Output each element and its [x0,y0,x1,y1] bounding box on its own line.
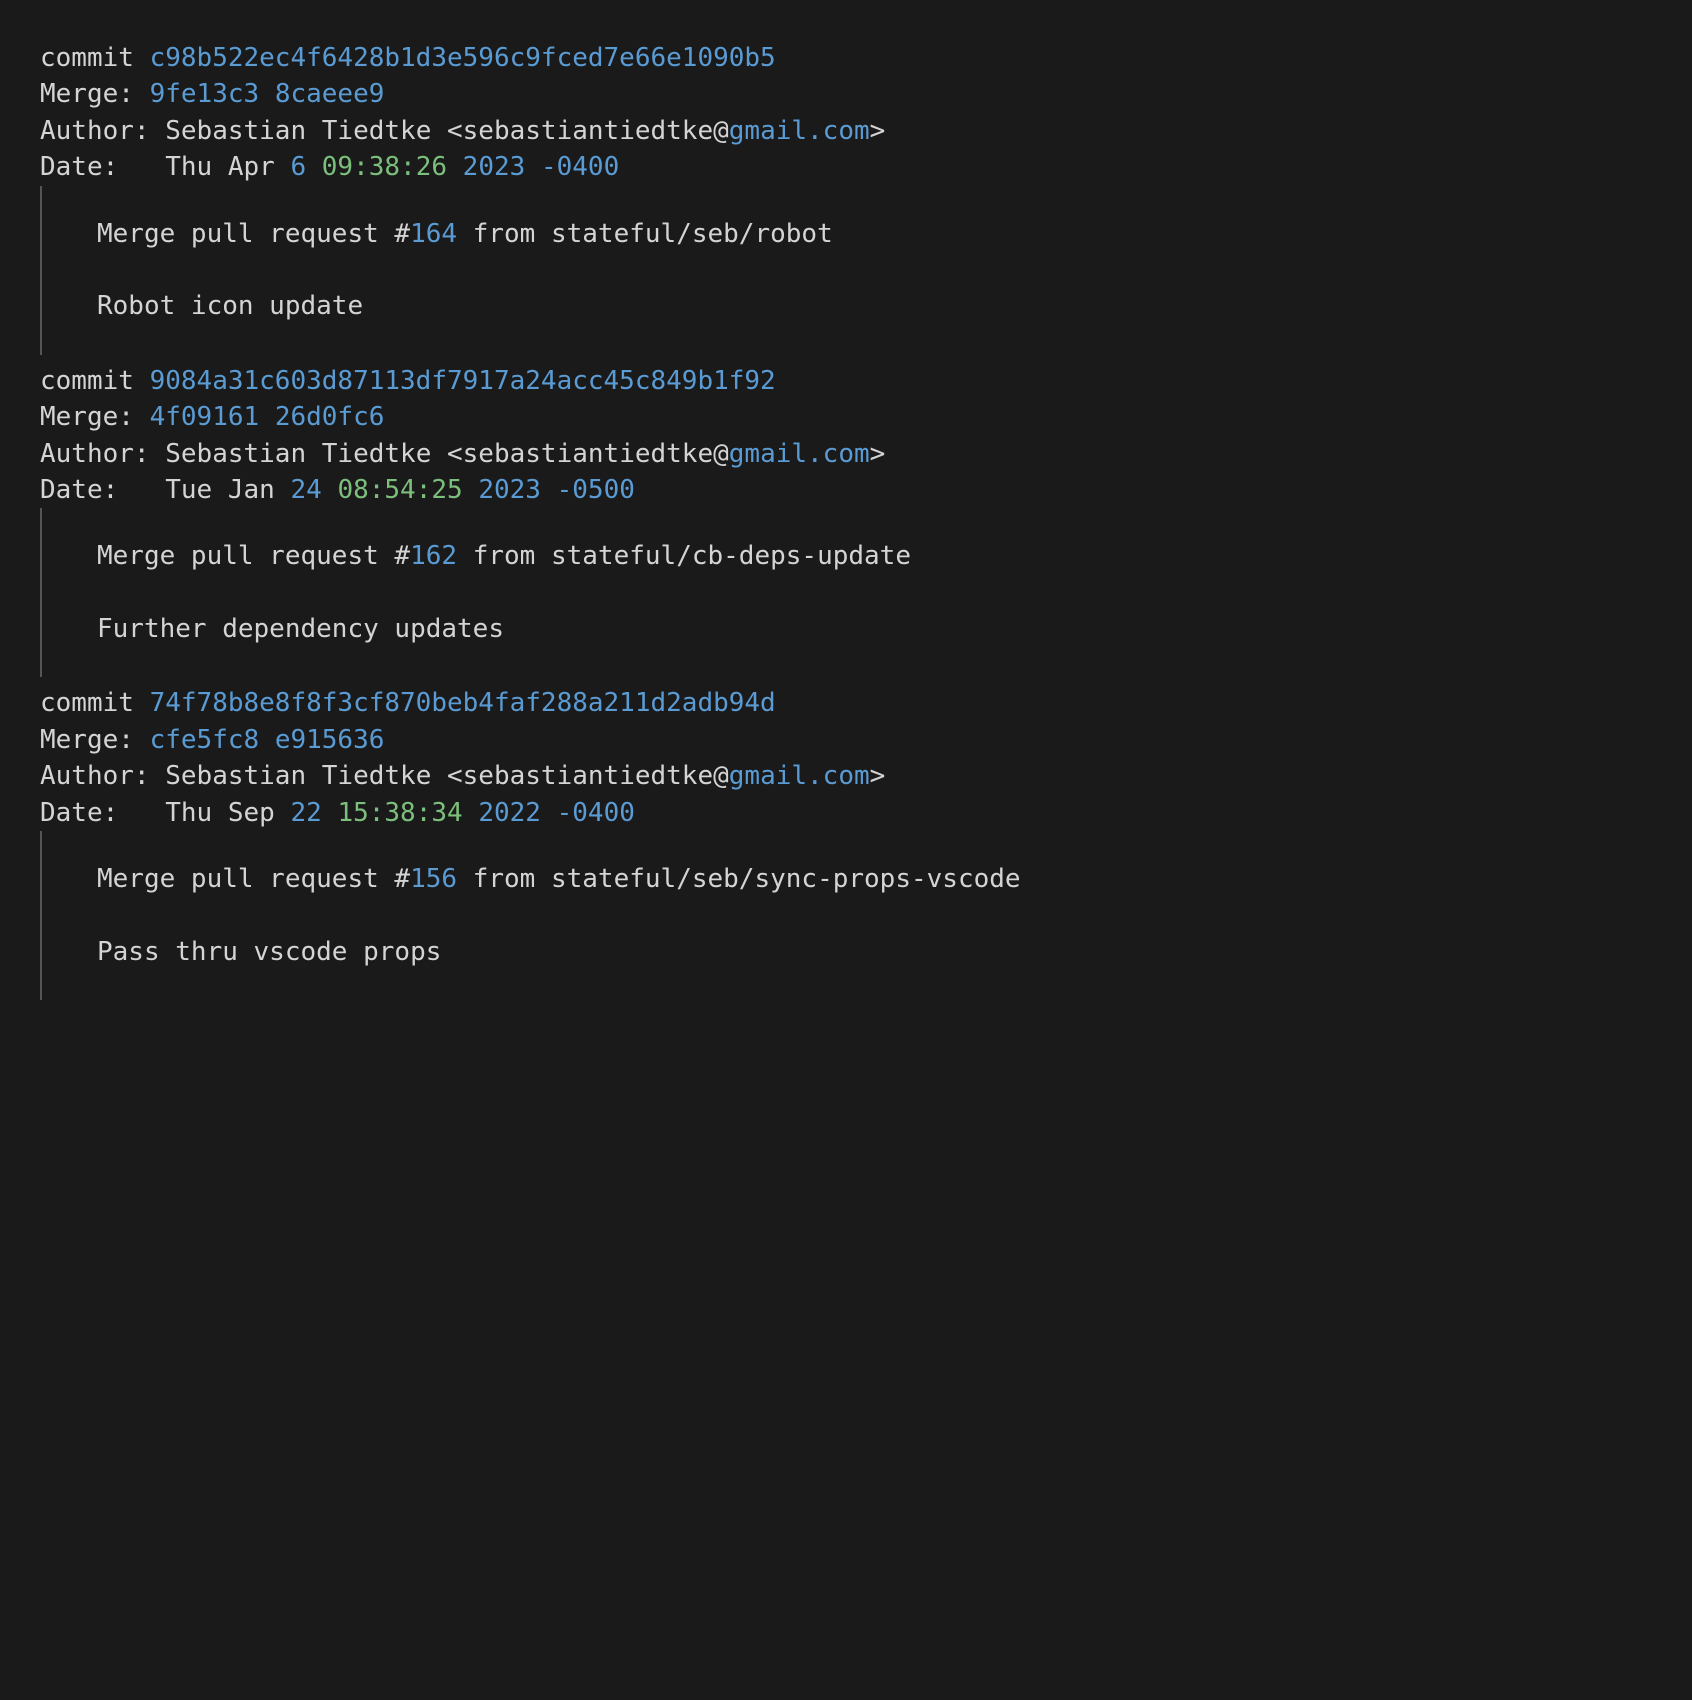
pr-branch: from stateful/seb/sync-props-vscode [457,864,1021,894]
author-email-local: sebastiantiedtke [463,761,713,791]
date-time: 15:38:34 [337,798,462,828]
pr-number[interactable]: 162 [410,541,457,571]
date-label: Date: [40,475,165,505]
date-label: Date: [40,152,165,182]
merge-label: Merge: [40,402,150,432]
date-year: 2023 [463,152,526,182]
pr-line: Merge pull request #156 from stateful/se… [97,861,1652,897]
commit-message: Pass thru vscode props [97,934,1652,970]
commit-hash[interactable]: 9084a31c603d87113df7917a24acc45c849b1f92 [150,366,776,396]
author-email-domain[interactable]: gmail.com [729,439,870,469]
merge-parent-b[interactable]: 8caeee9 [275,79,385,109]
author-email-local: sebastiantiedtke [463,116,713,146]
commit-block: commit 9084a31c603d87113df7917a24acc45c8… [40,363,1652,678]
commit-body: Merge pull request #164 from stateful/se… [40,186,1652,355]
date-dow-month: Tue Jan [165,475,275,505]
commit-label: commit [40,366,150,396]
merge-parent-b[interactable]: e915636 [275,725,385,755]
pr-line: Merge pull request #162 from stateful/cb… [97,538,1652,574]
date-line: Date: Thu Apr 6 09:38:26 2023 -0400 [40,149,1652,185]
date-day: 24 [290,475,321,505]
pr-prefix: Merge pull request # [97,219,410,249]
date-dow-month: Thu Sep [165,798,275,828]
commit-body: Merge pull request #156 from stateful/se… [40,831,1652,1000]
blank-line [97,575,1652,611]
author-label: Author: [40,116,165,146]
author-line: Author: Sebastian Tiedtke <sebastiantied… [40,436,1652,472]
author-line: Author: Sebastian Tiedtke <sebastiantied… [40,113,1652,149]
date-day: 6 [290,152,306,182]
date-time: 08:54:25 [337,475,462,505]
commit-message: Further dependency updates [97,611,1652,647]
commit-message-text: Further dependency updates [97,614,504,644]
author-line: Author: Sebastian Tiedtke <sebastiantied… [40,758,1652,794]
author-name: Sebastian Tiedtke [165,761,431,791]
author-name: Sebastian Tiedtke [165,439,431,469]
date-year: 2022 [478,798,541,828]
author-name: Sebastian Tiedtke [165,116,431,146]
date-label: Date: [40,798,165,828]
date-line: Date: Thu Sep 22 15:38:34 2022 -0400 [40,795,1652,831]
merge-parent-a[interactable]: 4f09161 [150,402,260,432]
date-tz: -0400 [557,798,635,828]
commit-message-text: Robot icon update [97,291,363,321]
date-dow-month: Thu Apr [165,152,275,182]
pr-number[interactable]: 164 [410,219,457,249]
merge-line: Merge: 4f09161 26d0fc6 [40,399,1652,435]
commit-label: commit [40,43,150,73]
merge-parent-a[interactable]: cfe5fc8 [150,725,260,755]
merge-label: Merge: [40,725,150,755]
date-time: 09:38:26 [322,152,447,182]
commit-block: commit c98b522ec4f6428b1d3e596c9fced7e66… [40,40,1652,355]
author-email-local: sebastiantiedtke [463,439,713,469]
merge-parent-b[interactable]: 26d0fc6 [275,402,385,432]
author-label: Author: [40,761,165,791]
pr-branch: from stateful/cb-deps-update [457,541,911,571]
commit-line: commit 9084a31c603d87113df7917a24acc45c8… [40,363,1652,399]
merge-line: Merge: 9fe13c3 8caeee9 [40,76,1652,112]
merge-label: Merge: [40,79,150,109]
commit-label: commit [40,688,150,718]
commit-line: commit c98b522ec4f6428b1d3e596c9fced7e66… [40,40,1652,76]
author-email-domain[interactable]: gmail.com [729,116,870,146]
commit-hash[interactable]: c98b522ec4f6428b1d3e596c9fced7e66e1090b5 [150,43,776,73]
commit-block: commit 74f78b8e8f8f3cf870beb4faf288a211d… [40,685,1652,1000]
date-tz: -0400 [541,152,619,182]
author-label: Author: [40,439,165,469]
blank-line [97,252,1652,288]
pr-prefix: Merge pull request # [97,541,410,571]
commit-message-text: Pass thru vscode props [97,937,441,967]
pr-prefix: Merge pull request # [97,864,410,894]
git-log-output: commit c98b522ec4f6428b1d3e596c9fced7e66… [40,40,1652,1000]
commit-message: Robot icon update [97,288,1652,324]
author-email-domain[interactable]: gmail.com [729,761,870,791]
pr-branch: from stateful/seb/robot [457,219,833,249]
date-day: 22 [290,798,321,828]
date-year: 2023 [478,475,541,505]
pr-number[interactable]: 156 [410,864,457,894]
pr-line: Merge pull request #164 from stateful/se… [97,216,1652,252]
merge-parent-a[interactable]: 9fe13c3 [150,79,260,109]
commit-line: commit 74f78b8e8f8f3cf870beb4faf288a211d… [40,685,1652,721]
date-line: Date: Tue Jan 24 08:54:25 2023 -0500 [40,472,1652,508]
commit-hash[interactable]: 74f78b8e8f8f3cf870beb4faf288a211d2adb94d [150,688,776,718]
date-tz: -0500 [557,475,635,505]
commit-body: Merge pull request #162 from stateful/cb… [40,508,1652,677]
merge-line: Merge: cfe5fc8 e915636 [40,722,1652,758]
blank-line [97,897,1652,933]
